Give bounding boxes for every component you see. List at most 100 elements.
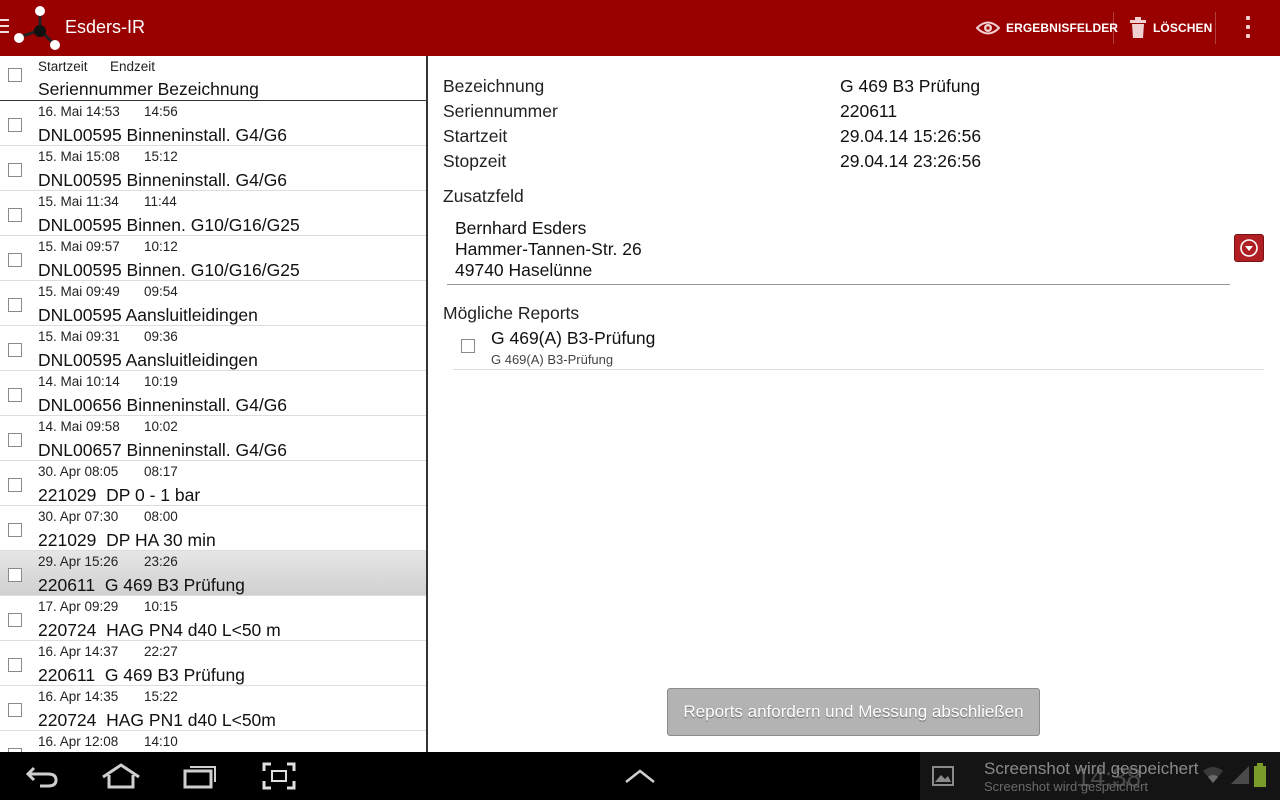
field-label-start: Startzeit <box>443 126 508 146</box>
list-item[interactable]: 17. Apr 09:29 10:15 220724 HAG PN4 d40 L<… <box>0 596 426 641</box>
field-label-serial: Seriennummer <box>443 101 558 121</box>
reports-label: Mögliche Reports <box>443 303 580 323</box>
extra-field-input[interactable]: Bernhard Esders Hammer-Tannen-Str. 26 49… <box>447 218 1230 285</box>
battery-icon <box>1254 763 1266 792</box>
list-item[interactable]: 15. Mai 09:57 10:12 DNL00595 Binnen. G10/… <box>0 236 426 281</box>
list-item[interactable]: 16. Apr 12:08 14:10 <box>0 731 426 752</box>
list-item[interactable]: 14. Mai 10:14 10:19 DNL00656 Binneninstal… <box>0 371 426 416</box>
row-checkbox[interactable] <box>8 253 22 267</box>
trash-icon <box>1129 17 1147 39</box>
result-fields-button[interactable]: ERGEBNISFELDER <box>976 0 1118 56</box>
extra-field-label: Zusatzfeld <box>443 186 524 206</box>
row-start: 14. Mai 09:58 <box>38 419 120 434</box>
row-title: DNL00595 Aansluitleidingen <box>38 350 258 370</box>
recents-icon[interactable] <box>182 752 218 800</box>
row-checkbox[interactable] <box>8 388 22 402</box>
row-checkbox[interactable] <box>8 343 22 357</box>
row-end: 22:27 <box>144 644 178 659</box>
row-checkbox[interactable] <box>8 523 22 537</box>
row-start: 30. Apr 08:05 <box>38 464 119 479</box>
row-title: 220724 HAG PN1 d40 L<50m <box>38 710 276 730</box>
list-item[interactable]: 15. Mai 09:49 09:54 DNL00595 Aansluitleid… <box>0 281 426 326</box>
submit-button[interactable]: Reports anfordern und Messung abschließe… <box>667 688 1040 736</box>
row-start: 15. Mai 09:31 <box>38 329 120 344</box>
overflow-icon[interactable] <box>1242 16 1254 40</box>
row-checkbox[interactable] <box>8 163 22 177</box>
address-line: 49740 Haselünne <box>455 260 593 280</box>
action-separator <box>1113 12 1114 44</box>
row-checkbox[interactable] <box>8 478 22 492</box>
list-item[interactable]: 14. Mai 09:58 10:02 DNL00657 Binneninstal… <box>0 416 426 461</box>
action-bar: Esders-IR ERGEBNISFELDER LÖSCHEN <box>0 0 1280 56</box>
row-title: DNL00595 Binnen. G10/G16/G25 <box>38 260 300 280</box>
row-end: 10:12 <box>144 239 178 254</box>
list-item-selected[interactable]: 29. Apr 15:26 23:26 220611 G 469 B3 Prüfu… <box>0 551 426 596</box>
row-title: DNL00595 Aansluitleidingen <box>38 305 258 325</box>
up-chevron-icon[interactable] <box>624 752 656 800</box>
row-end: 15:12 <box>144 149 178 164</box>
row-start: 17. Apr 09:29 <box>38 599 119 614</box>
row-checkbox[interactable] <box>8 118 22 132</box>
row-end: 10:19 <box>144 374 178 389</box>
app-logo-icon[interactable] <box>11 4 61 52</box>
report-item[interactable]: G 469(A) B3-Prüfung G 469(A) B3-Prüfung <box>453 326 1264 370</box>
back-icon[interactable] <box>24 752 60 800</box>
menu-icon[interactable] <box>0 19 9 37</box>
row-end: 23:26 <box>144 554 178 569</box>
dropdown-button[interactable] <box>1234 234 1264 262</box>
row-start: 30. Apr 07:30 <box>38 509 119 524</box>
row-start: 16. Mai 14:53 <box>38 104 120 119</box>
row-checkbox[interactable] <box>8 613 22 627</box>
row-checkbox[interactable] <box>8 658 22 672</box>
report-subtitle: G 469(A) B3-Prüfung <box>491 352 614 367</box>
system-nav-bar: 14:38 Screenshot wird gespeichert Screen… <box>0 752 1280 800</box>
list-item[interactable]: 16. Apr 14:35 15:22 220724 HAG PN1 d40 L<… <box>0 686 426 731</box>
row-title: 220611 G 469 B3 Prüfung <box>38 665 245 685</box>
field-label-name: Bezeichnung <box>443 76 545 96</box>
field-value-stop: 29.04.14 23:26:56 <box>840 151 982 171</box>
row-title: DNL00595 Binneninstall. G4/G6 <box>38 125 288 145</box>
list-item[interactable]: 30. Apr 08:05 08:17 221029 DP 0 - 1 bar <box>0 461 426 506</box>
measurement-list[interactable]: Startzeit Endzeit Seriennummer Bezeichnu… <box>0 56 428 752</box>
report-checkbox[interactable] <box>461 339 475 353</box>
select-all-checkbox[interactable] <box>8 68 22 82</box>
list-item[interactable]: 15. Mai 11:34 11:44 DNL00595 Binnen. G10/… <box>0 191 426 236</box>
row-checkbox[interactable] <box>8 703 22 717</box>
app-title: Esders-IR <box>65 17 146 37</box>
status-area[interactable]: 14:38 Screenshot wird gespeichert Screen… <box>920 752 1280 800</box>
row-title: 220724 HAG PN4 d40 L<50 m <box>38 620 281 640</box>
row-title: DNL00595 Binneninstall. G4/G6 <box>38 170 288 190</box>
detail-pane: Bezeichnung G 469 B3 Prüfung Seriennumme… <box>428 56 1280 752</box>
row-end: 08:17 <box>144 464 178 479</box>
signal-icon <box>1230 765 1250 790</box>
field-value-name: G 469 B3 Prüfung <box>840 76 981 96</box>
row-checkbox[interactable] <box>8 433 22 447</box>
row-end: 09:36 <box>144 329 178 344</box>
dropdown-icon <box>1240 239 1258 257</box>
row-checkbox[interactable] <box>8 208 22 222</box>
row-start: 15. Mai 15:08 <box>38 149 120 164</box>
row-start: 16. Apr 14:37 <box>38 644 119 659</box>
row-checkbox[interactable] <box>8 568 22 582</box>
row-end: 10:15 <box>144 599 178 614</box>
list-item[interactable]: 15. Mai 15:08 15:12 DNL00595 Binneninstal… <box>0 146 426 191</box>
row-start: 15. Mai 09:49 <box>38 284 120 299</box>
screenshot-icon[interactable] <box>262 752 296 800</box>
row-end: 08:00 <box>144 509 178 524</box>
field-value-serial: 220611 <box>840 101 898 121</box>
wifi-icon <box>1202 765 1224 790</box>
home-icon[interactable] <box>100 752 142 800</box>
list-header: Startzeit Endzeit Seriennummer Bezeichnu… <box>0 56 426 101</box>
delete-button[interactable]: LÖSCHEN <box>1129 0 1212 56</box>
row-title: 221029 DP 0 - 1 bar <box>38 485 201 505</box>
delete-label: LÖSCHEN <box>1153 21 1213 35</box>
row-start: 15. Mai 09:57 <box>38 239 120 254</box>
row-checkbox[interactable] <box>8 298 22 312</box>
list-item[interactable]: 30. Apr 07:30 08:00 221029 DP HA 30 min <box>0 506 426 551</box>
report-title: G 469(A) B3-Prüfung <box>491 328 656 348</box>
row-end: 11:44 <box>144 194 177 209</box>
list-item[interactable]: 16. Mai 14:53 14:56 DNL00595 Binneninstal… <box>0 101 426 146</box>
row-start: 14. Mai 10:14 <box>38 374 120 389</box>
list-item[interactable]: 16. Apr 14:37 22:27 220611 G 469 B3 Prüfu… <box>0 641 426 686</box>
list-item[interactable]: 15. Mai 09:31 09:36 DNL00595 Aansluitleid… <box>0 326 426 371</box>
